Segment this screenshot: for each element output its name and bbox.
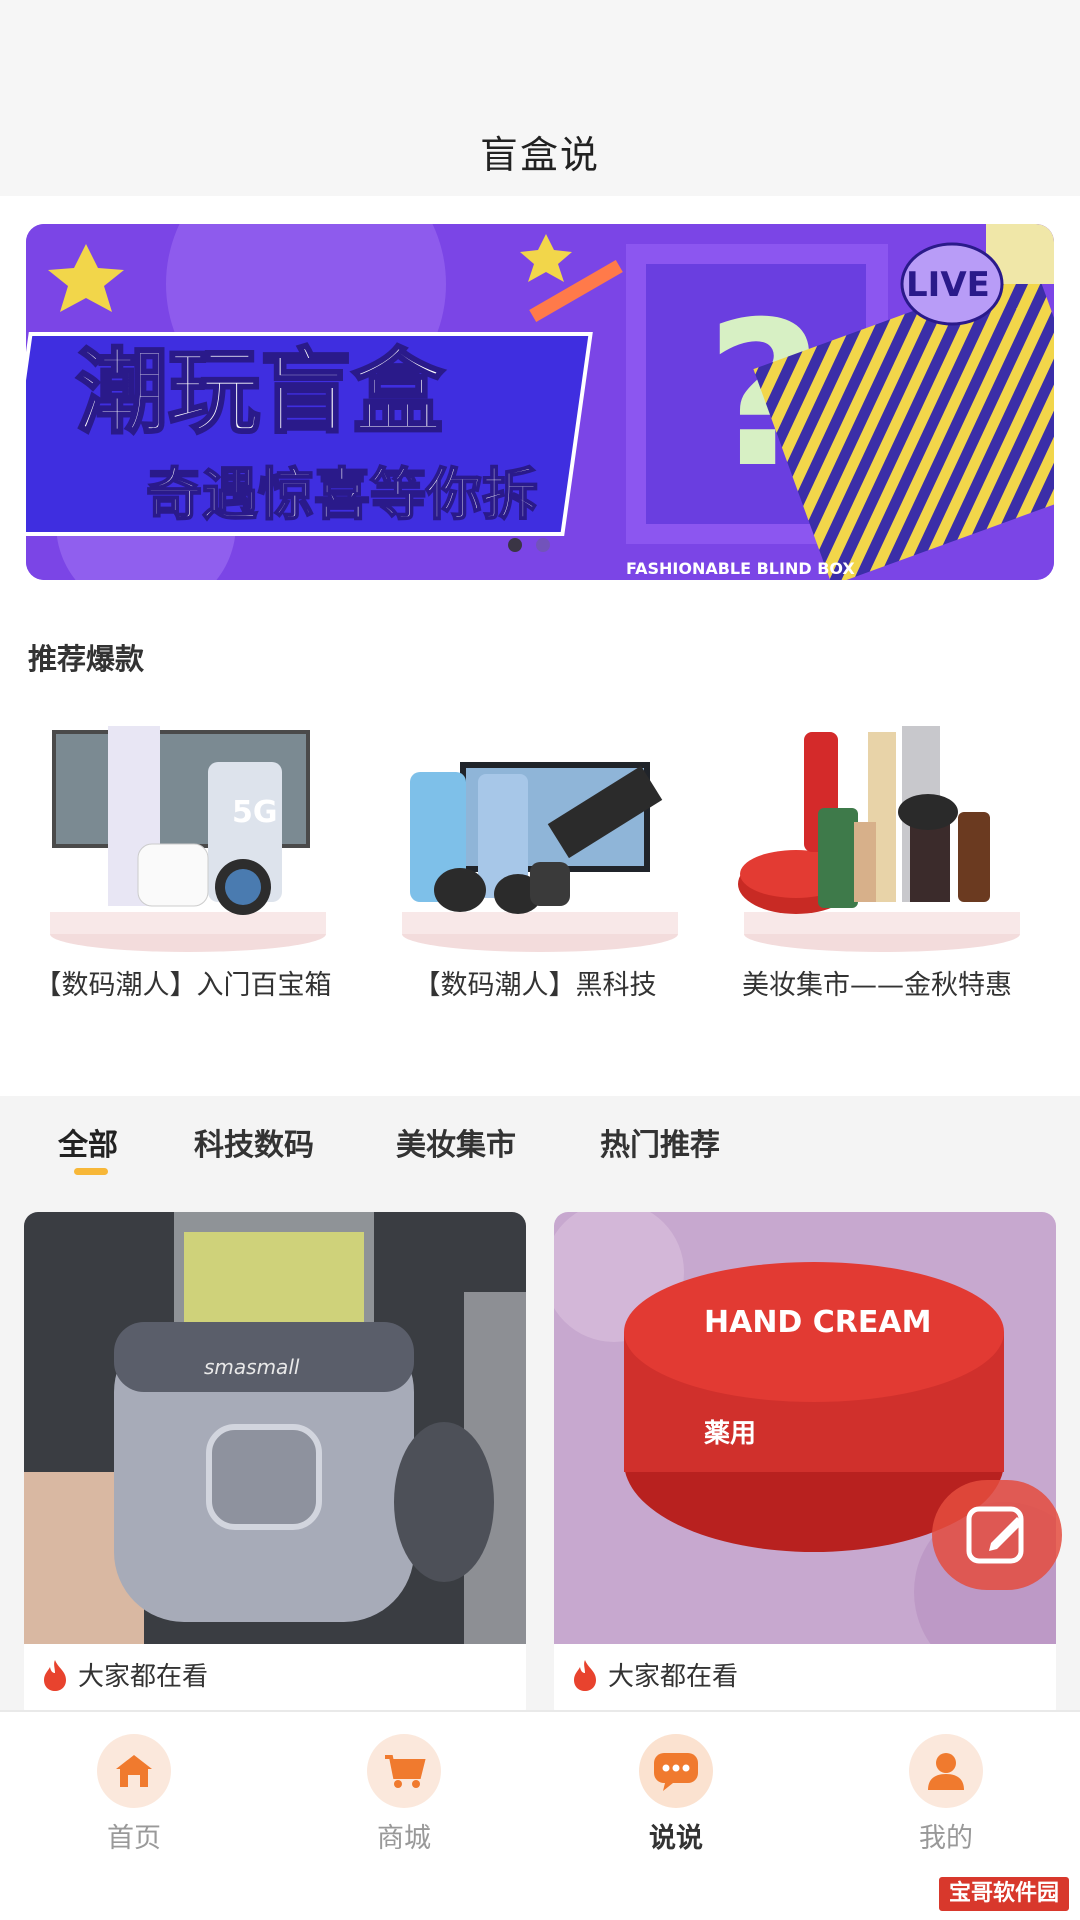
recommend-item-digital-kit[interactable]: 5G 【数码潮人】入门百宝箱	[18, 712, 348, 1006]
tab-beauty-market[interactable]: 美妆集市	[396, 1120, 516, 1164]
feed-card[interactable]: smasmall 大家都在看 剃须刀也太迷你了吧	[24, 1212, 526, 1722]
fire-icon	[44, 1659, 66, 1691]
banner-headline: 潮玩盲盒	[76, 339, 445, 446]
banner-artwork: 潮玩盲盒 奇遇惊喜等你拆 ? LIVE FASHIONABLE BLIND BO…	[26, 224, 1054, 580]
tabbar-item-me[interactable]: 我的	[876, 1734, 1016, 1855]
bottom-tab-bar: 首页 商城 说说 我的	[0, 1710, 1080, 1920]
carousel-indicator	[508, 538, 550, 552]
tab-all[interactable]: 全部	[58, 1120, 118, 1164]
section-title-recommend: 推荐爆款	[28, 642, 145, 676]
recommend-item-label: 美妆集市——金秋特惠	[742, 970, 1012, 1001]
recommend-item-black-tech[interactable]: 【数码潮人】黑科技	[370, 712, 700, 1006]
feed-tabs: 全部 科技数码 美妆集市 热门推荐	[0, 1120, 1080, 1190]
product-image	[732, 712, 1022, 956]
feed-card-footer: 大家都在看	[24, 1644, 526, 1705]
recommend-item-label: 【数码潮人】入门百宝箱	[34, 970, 332, 1001]
product-image	[390, 712, 680, 956]
page-title: 盲盒说	[479, 133, 600, 177]
banner-subline: 奇遇惊喜等你拆	[146, 463, 538, 528]
banner-caption: FASHIONABLE BLIND BOX	[626, 559, 855, 578]
tabbar-item-mall[interactable]: 商城	[334, 1734, 474, 1855]
chat-icon	[639, 1734, 713, 1808]
feed-card[interactable]: HAND CREAM 薬用 大家都在看 抽到金纺护手霜，很良心	[554, 1212, 1056, 1722]
svg-text:smasmall: smasmall	[204, 1355, 300, 1379]
active-tab-indicator	[74, 1168, 108, 1175]
svg-text:5G: 5G	[232, 795, 278, 830]
product-image: 5G	[38, 712, 328, 956]
tab-hot-picks[interactable]: 热门推荐	[600, 1120, 720, 1164]
cart-icon	[367, 1734, 441, 1808]
svg-text:薬用: 薬用	[704, 1419, 756, 1449]
compose-post-button[interactable]	[932, 1480, 1062, 1590]
edit-icon	[966, 1506, 1024, 1564]
tabbar-item-talk[interactable]: 说说	[606, 1734, 746, 1855]
carousel-dot-active	[508, 538, 522, 552]
recommend-item-beauty-market[interactable]: 美妆集市——金秋特惠	[712, 712, 1042, 1006]
tabbar-label: 说说	[649, 1823, 703, 1854]
feed-card-image: smasmall	[24, 1212, 526, 1644]
home-icon	[97, 1734, 171, 1808]
tab-tech-digital[interactable]: 科技数码	[194, 1120, 314, 1164]
promo-banner[interactable]: 潮玩盲盒 奇遇惊喜等你拆 ? LIVE FASHIONABLE BLIND BO…	[26, 224, 1054, 580]
tabbar-label: 我的	[919, 1823, 973, 1854]
banner-badge: LIVE	[906, 265, 990, 305]
svg-text:HAND CREAM: HAND CREAM	[704, 1305, 931, 1340]
recommend-item-label: 【数码潮人】黑科技	[413, 970, 657, 1001]
feed-card-tag: 大家都在看	[78, 1662, 209, 1692]
fire-icon	[574, 1659, 596, 1691]
tabbar-item-home[interactable]: 首页	[64, 1734, 204, 1855]
app-header: 盲盒说	[0, 0, 1080, 196]
feed-card-tag: 大家都在看	[608, 1662, 739, 1692]
carousel-dot	[536, 538, 550, 552]
tabbar-label: 首页	[107, 1823, 161, 1854]
tabbar-label: 商城	[377, 1823, 431, 1854]
feed-card-footer: 大家都在看	[554, 1644, 1056, 1705]
user-icon	[909, 1734, 983, 1808]
watermark-logo: 宝哥软件园	[936, 1874, 1072, 1914]
